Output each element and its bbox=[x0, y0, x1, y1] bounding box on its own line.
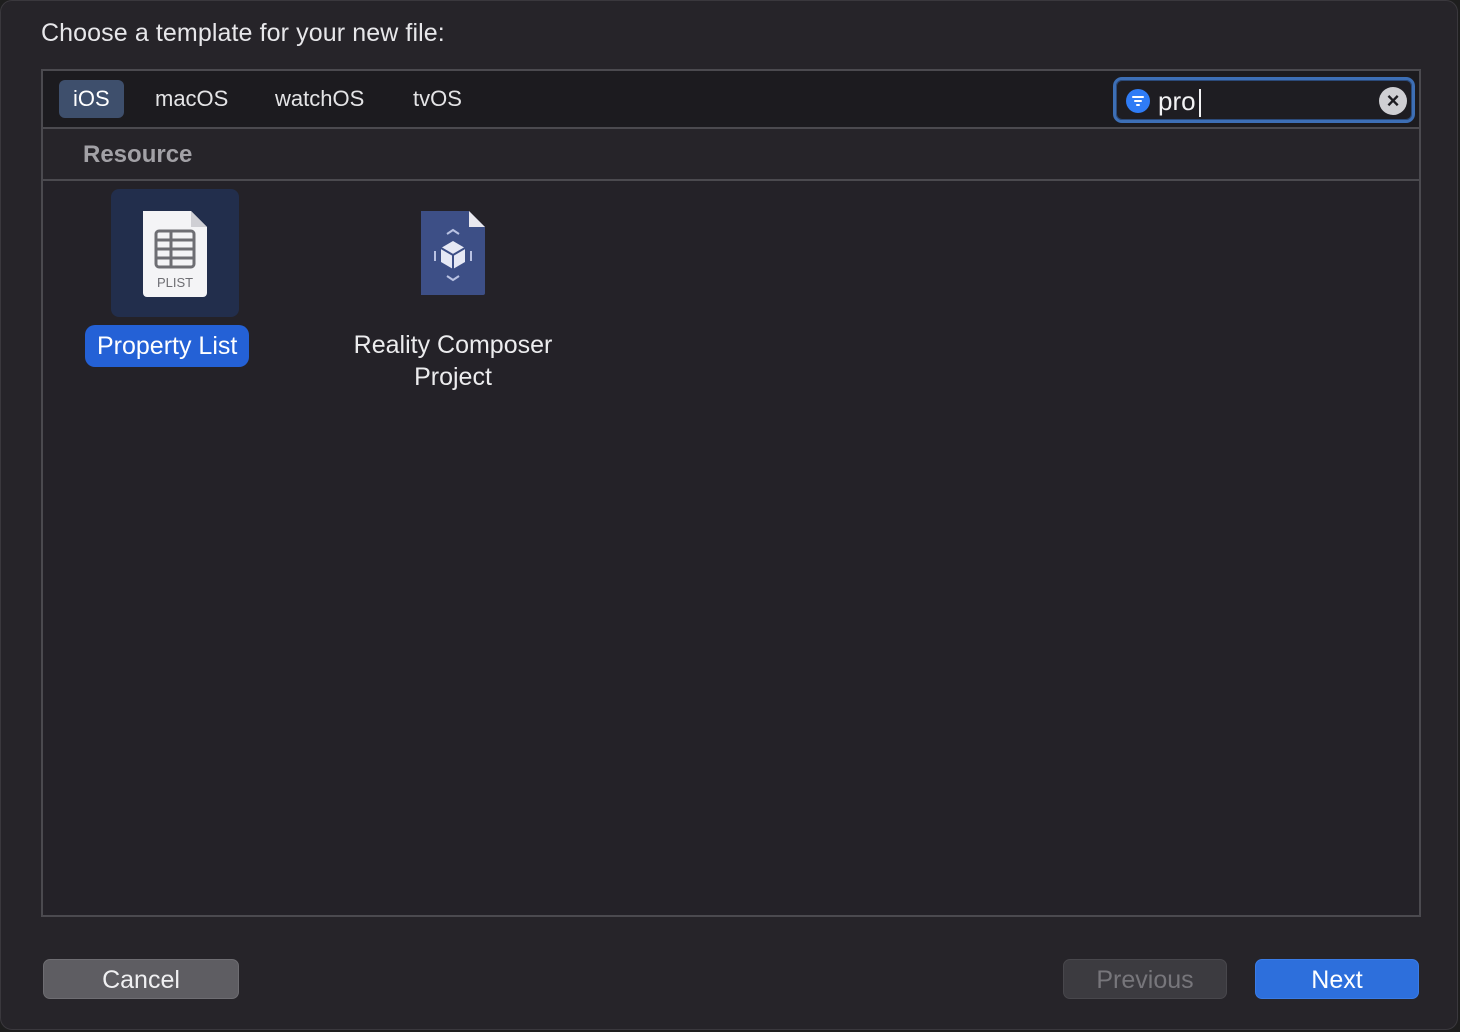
plist-caption: PLIST bbox=[156, 275, 194, 290]
template-label-line1: Reality Composer bbox=[353, 331, 553, 359]
filter-icon[interactable] bbox=[1126, 89, 1150, 113]
tab-macos[interactable]: macOS bbox=[141, 80, 242, 118]
tab-watchos[interactable]: watchOS bbox=[261, 80, 378, 118]
cancel-button[interactable]: Cancel bbox=[43, 959, 239, 999]
platform-bar: iOS macOS watchOS tvOS × bbox=[43, 71, 1419, 129]
template-label: Reality Composer Project bbox=[333, 329, 573, 393]
template-tile bbox=[389, 189, 517, 317]
new-file-dialog: Choose a template for your new file: iOS… bbox=[0, 0, 1458, 1030]
tab-ios[interactable]: iOS bbox=[59, 80, 124, 118]
next-button[interactable]: Next bbox=[1255, 959, 1419, 999]
template-chooser: iOS macOS watchOS tvOS × Resource bbox=[41, 69, 1421, 917]
template-property-list[interactable]: PLIST Property List bbox=[85, 189, 293, 379]
previous-button[interactable]: Previous bbox=[1063, 959, 1227, 999]
template-label-line2: Project bbox=[414, 363, 492, 391]
section-header: Resource bbox=[43, 129, 1419, 181]
template-reality-composer-project[interactable]: Reality Composer Project bbox=[333, 189, 573, 399]
clear-icon[interactable]: × bbox=[1379, 87, 1407, 115]
plist-file-icon bbox=[143, 211, 207, 297]
tab-tvos[interactable]: tvOS bbox=[399, 80, 476, 118]
search-input[interactable] bbox=[1158, 84, 1368, 118]
reality-composer-file-icon bbox=[421, 211, 485, 295]
section-title: Resource bbox=[83, 141, 193, 168]
search-field[interactable]: × bbox=[1113, 77, 1415, 123]
template-tile: PLIST bbox=[111, 189, 239, 317]
template-label: Property List bbox=[85, 325, 250, 367]
dialog-prompt: Choose a template for your new file: bbox=[41, 19, 445, 47]
text-cursor bbox=[1199, 89, 1201, 117]
